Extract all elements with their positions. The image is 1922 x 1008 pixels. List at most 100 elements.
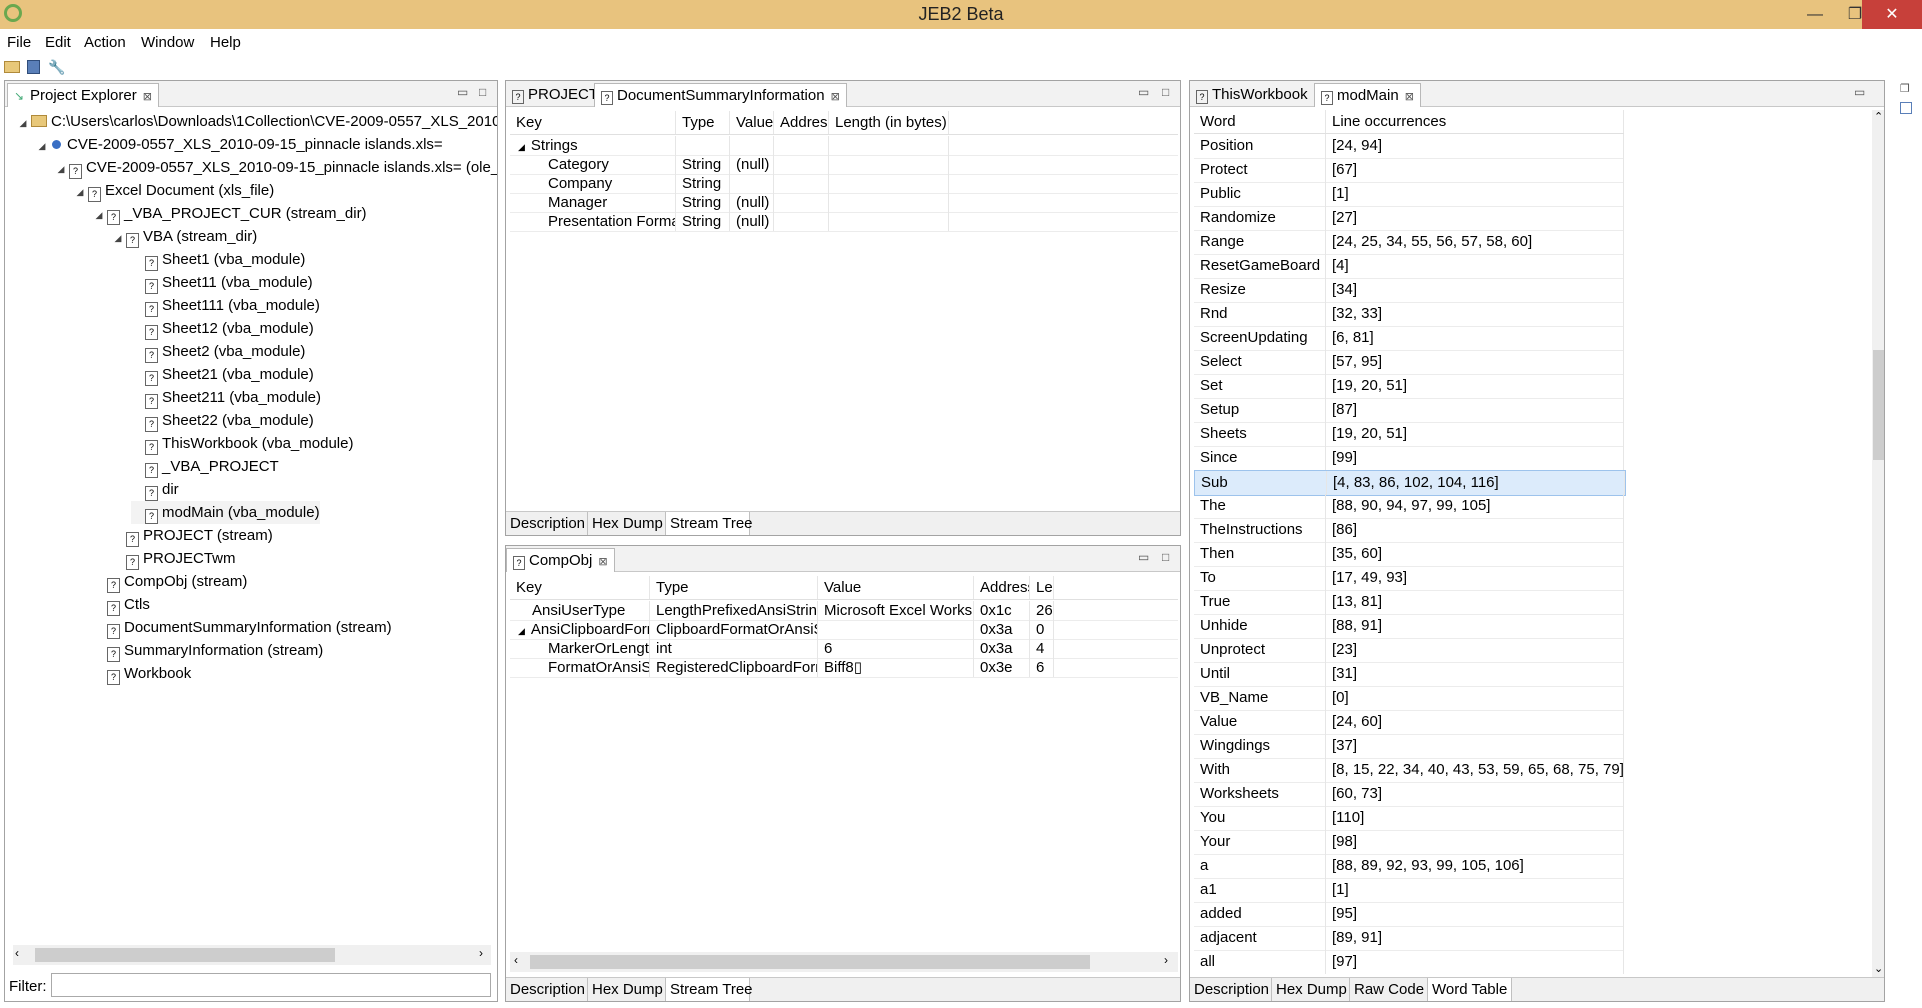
bottom-tab-raw-code[interactable]: Raw Code <box>1350 978 1428 1001</box>
tab-compobj[interactable]: ? CompObj ⊠ <box>506 548 615 572</box>
maximize-view-icon[interactable]: □ <box>479 85 486 99</box>
table-row[interactable]: Unprotect [23] <box>1194 638 1624 663</box>
expanded-arrow-icon[interactable]: ◢ <box>112 227 124 250</box>
tree-node[interactable]: ? Sheet11 (vba_module) <box>131 271 313 294</box>
bottom-tab-description[interactable]: Description <box>506 512 588 535</box>
tree-node[interactable]: ? Workbook <box>93 662 191 685</box>
table-row[interactable]: TheInstructions [86] <box>1194 518 1624 543</box>
tree-node[interactable]: ? DocumentSummaryInformation (stream) <box>93 616 392 639</box>
scroll-thumb[interactable] <box>1873 350 1884 460</box>
scroll-thumb[interactable] <box>35 948 335 962</box>
table-row[interactable]: Value [24, 60] <box>1194 710 1624 735</box>
minimize-view-icon[interactable]: ▭ <box>1138 85 1149 99</box>
expanded-arrow-icon[interactable]: ◢ <box>518 142 525 152</box>
table-row[interactable]: Range [24, 25, 34, 55, 56, 57, 58, 60] <box>1194 230 1624 255</box>
menu-edit[interactable]: Edit <box>45 29 71 56</box>
table-row[interactable]: Public [1] <box>1194 182 1624 207</box>
table-row[interactable]: adjacent [89, 91] <box>1194 926 1624 951</box>
tab-thisworkbook[interactable]: ? ThisWorkbook <box>1190 83 1314 107</box>
tab-document-summary[interactable]: ? DocumentSummaryInformation ⊠ <box>594 83 847 107</box>
table-row[interactable]: Protect [67] <box>1194 158 1624 183</box>
table-row[interactable]: a [88, 89, 92, 93, 99, 105, 106] <box>1194 854 1624 879</box>
close-tab-icon[interactable]: ⊠ <box>598 556 607 568</box>
maximize-view-icon[interactable]: □ <box>1162 550 1169 564</box>
tree-node[interactable]: ? SummaryInformation (stream) <box>93 639 323 662</box>
table-row[interactable]: added [95] <box>1194 902 1624 927</box>
bottom-tab-stream-tree[interactable]: Stream Tree <box>666 978 753 1001</box>
table-row[interactable]: ResetGameBoard [4] <box>1194 254 1624 279</box>
tab-project[interactable]: ? PROJECT <box>506 83 604 107</box>
scroll-down-icon[interactable]: ⌄ <box>1874 962 1883 975</box>
table-row[interactable]: VB_Name [0] <box>1194 686 1624 711</box>
table-row[interactable]: Rnd [32, 33] <box>1194 302 1624 327</box>
bottom-tab-description[interactable]: Description <box>506 978 588 1001</box>
tree-node[interactable]: ? modMain (vba_module) <box>131 501 320 524</box>
close-tab-icon[interactable]: ⊠ <box>1405 91 1414 103</box>
tree-node[interactable]: ? Sheet21 (vba_module) <box>131 363 314 386</box>
bottom-tab-hex-dump[interactable]: Hex Dump <box>588 978 666 1001</box>
tree-node[interactable]: ? Ctls <box>93 593 150 616</box>
minimize-view-icon[interactable]: ▭ <box>457 85 468 99</box>
bottom-tab-hex-dump[interactable]: Hex Dump <box>1272 978 1350 1001</box>
tree-node[interactable]: ◢ C:\Users\carlos\Downloads\1Collection\C… <box>17 110 497 133</box>
expanded-arrow-icon[interactable]: ◢ <box>17 112 29 135</box>
tree-node[interactable]: ◢? Excel Document (xls_file) <box>74 179 274 202</box>
tree-node[interactable]: ◢? CVE-2009-0557_XLS_2010-09-15_pinnacle … <box>55 156 497 179</box>
table-row[interactable]: Sub [4, 83, 86, 102, 104, 116] <box>1194 470 1626 496</box>
table-row[interactable]: Wingdings [37] <box>1194 734 1624 759</box>
bottom-tab-hex-dump[interactable]: Hex Dump <box>588 512 666 535</box>
expanded-arrow-icon[interactable]: ◢ <box>36 135 48 158</box>
menu-window[interactable]: Window <box>141 29 194 56</box>
tree-node[interactable]: ? Sheet1 (vba_module) <box>131 248 305 271</box>
table-row[interactable]: Presentation Format String (null) <box>510 212 1178 232</box>
table-row[interactable]: Until [31] <box>1194 662 1624 687</box>
table-row[interactable]: Worksheets [60, 73] <box>1194 782 1624 807</box>
scroll-thumb[interactable] <box>530 955 1090 969</box>
table-row[interactable]: Select [57, 95] <box>1194 350 1624 375</box>
tree-node[interactable]: ? Sheet12 (vba_module) <box>131 317 314 340</box>
horizontal-scrollbar[interactable]: ‹ › <box>13 945 491 965</box>
wrench-icon[interactable]: 🔧 <box>48 60 65 74</box>
tree-node[interactable]: ◢ CVE-2009-0557_XLS_2010-09-15_pinnacle i… <box>36 133 443 156</box>
column-header[interactable]: Key <box>510 111 676 134</box>
table-row[interactable]: MarkerOrLength int 6 0x3a 4 <box>510 639 1178 659</box>
expanded-arrow-icon[interactable]: ◢ <box>74 181 86 204</box>
bottom-tab-stream-tree[interactable]: Stream Tree <box>666 512 753 535</box>
column-header[interactable]: Address <box>974 576 1030 599</box>
view-icon[interactable] <box>1900 102 1912 114</box>
table-row[interactable]: ◢ AnsiClipboardFormat ClipboardFormatOrAns… <box>510 620 1178 640</box>
scroll-up-icon[interactable]: ⌃ <box>1874 110 1883 123</box>
tree-node[interactable]: ? Sheet22 (vba_module) <box>131 409 314 432</box>
table-row[interactable]: Randomize [27] <box>1194 206 1624 231</box>
close-button[interactable]: ✕ <box>1862 0 1922 29</box>
table-row[interactable]: a1 [1] <box>1194 878 1624 903</box>
scroll-left-icon[interactable]: ‹ <box>514 953 518 967</box>
scroll-left-icon[interactable]: ‹ <box>15 946 19 960</box>
open-folder-icon[interactable] <box>4 61 20 73</box>
minimize-button[interactable]: — <box>1795 0 1835 29</box>
table-row[interactable]: Since [99] <box>1194 446 1624 471</box>
bottom-tab-word-table[interactable]: Word Table <box>1428 978 1512 1001</box>
tree-node[interactable]: ◢? _VBA_PROJECT_CUR (stream_dir) <box>93 202 367 225</box>
table-row[interactable]: Manager String (null) <box>510 193 1178 213</box>
table-row[interactable]: Then [35, 60] <box>1194 542 1624 567</box>
table-row[interactable]: Category String (null) <box>510 155 1178 175</box>
tree-node[interactable]: ? dir <box>131 478 179 501</box>
tree-node[interactable]: ? PROJECT (stream) <box>112 524 273 547</box>
filter-input[interactable] <box>51 973 491 997</box>
vertical-scrollbar[interactable]: ⌃ ⌄ <box>1872 110 1884 978</box>
table-row[interactable]: Company String <box>510 174 1178 194</box>
menu-help[interactable]: Help <box>210 29 241 56</box>
table-row[interactable]: AnsiUserType LengthPrefixedAnsiString Micr… <box>510 601 1178 621</box>
minimize-view-icon[interactable]: ▭ <box>1854 85 1865 99</box>
table-row[interactable]: Setup [87] <box>1194 398 1624 423</box>
column-header[interactable]: Type <box>650 576 818 599</box>
column-header[interactable]: Length (in bytes) <box>829 111 949 134</box>
column-header[interactable]: Len <box>1030 576 1054 599</box>
table-row[interactable]: Position [24, 94] <box>1194 134 1624 159</box>
restore-icon[interactable]: ❐ <box>1900 82 1910 95</box>
table-row[interactable]: Your [98] <box>1194 830 1624 855</box>
expanded-arrow-icon[interactable]: ◢ <box>518 626 525 636</box>
bottom-tab-description[interactable]: Description <box>1190 978 1272 1001</box>
tab-modmain[interactable]: ? modMain ⊠ <box>1314 83 1421 107</box>
